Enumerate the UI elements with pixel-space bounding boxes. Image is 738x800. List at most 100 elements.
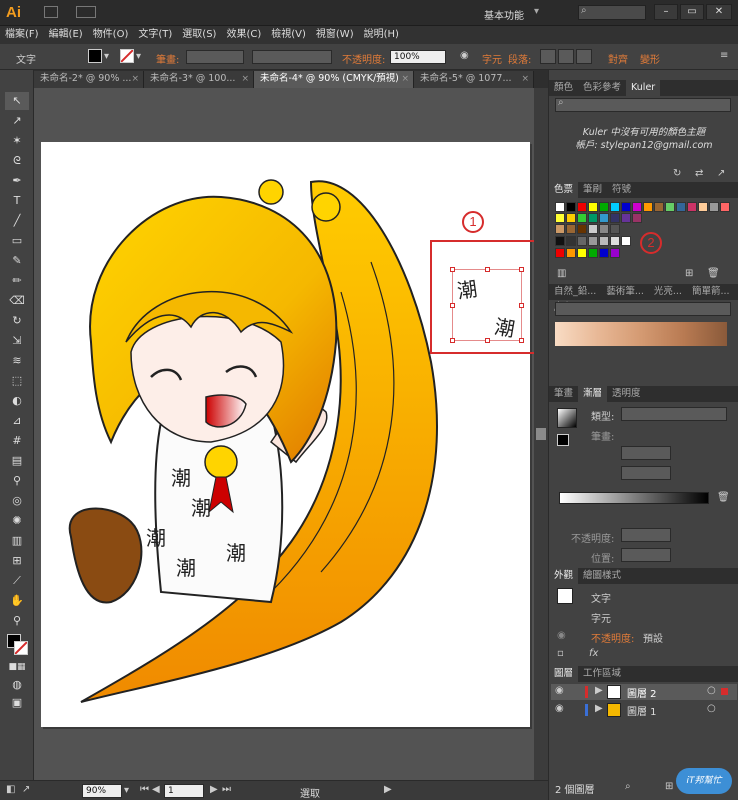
tab-graphic-styles[interactable]: 繪圖樣式 [578, 568, 626, 584]
swatch[interactable] [566, 224, 576, 234]
gradient-preview-swatch[interactable] [557, 408, 577, 428]
swatch[interactable] [610, 224, 620, 234]
close-icon[interactable]: × [521, 71, 529, 87]
recolor-icon[interactable]: ◉ [460, 50, 469, 61]
tab-document-2[interactable]: 未命名-2* @ 90% ... × [34, 71, 144, 88]
swatch[interactable] [555, 213, 565, 223]
eyedropper-tool-icon[interactable]: ⚲ [5, 472, 29, 490]
eraser-tool-icon[interactable]: ⌫ [5, 292, 29, 310]
tab-brush-lib-1[interactable]: 自然_鉛... [549, 284, 601, 300]
visibility-eye-icon[interactable]: ◉ [557, 630, 566, 641]
tab-artboards[interactable]: 工作區域 [578, 666, 626, 682]
swatch[interactable] [610, 202, 620, 212]
gradient-tool-icon[interactable]: ▤ [5, 452, 29, 470]
tab-swatches[interactable]: 色票 [549, 182, 579, 198]
swatch[interactable] [720, 202, 730, 212]
swatch[interactable] [665, 202, 675, 212]
column-graph-tool-icon[interactable]: ▥ [5, 532, 29, 550]
swatch[interactable] [599, 224, 609, 234]
color-mode-icon[interactable]: ■▦ [5, 658, 29, 676]
fill-swatch-small[interactable] [557, 434, 569, 446]
artboard-tool-icon[interactable]: ⊞ [5, 552, 29, 570]
delete-icon[interactable]: 🗑 [717, 492, 730, 503]
gradient-position-field[interactable] [621, 548, 671, 562]
sync-icon[interactable]: ⇄ [695, 168, 703, 179]
tab-transparency[interactable]: 透明度 [607, 386, 646, 402]
workspace-switcher[interactable]: 基本功能 [484, 7, 524, 22]
swatch[interactable] [555, 202, 565, 212]
swatch[interactable] [610, 236, 620, 246]
close-icon[interactable]: × [131, 71, 139, 87]
align-right-button[interactable] [576, 49, 592, 64]
swatch[interactable] [577, 202, 587, 212]
new-swatch-icon[interactable]: ⊞ [685, 268, 693, 279]
bounding-handle[interactable] [450, 303, 455, 308]
layer-name[interactable]: 圖層 1 [627, 703, 657, 718]
export-icon[interactable]: ↗ [22, 784, 30, 795]
chevron-down-icon[interactable]: ▾ [124, 785, 129, 796]
bounding-handle[interactable] [450, 338, 455, 343]
tab-document-4[interactable]: 未命名-4* @ 90% (CMYK/預視) × [254, 71, 414, 88]
appearance-opacity-label[interactable]: 不透明度: [591, 630, 634, 645]
gradient-opacity-field[interactable] [621, 528, 671, 542]
selected-text-object[interactable]: 潮 潮 [450, 267, 524, 343]
menu-view[interactable]: 檢視(V) [266, 26, 311, 44]
target-icon[interactable]: ○ [707, 703, 716, 714]
magic-wand-tool-icon[interactable]: ✶ [5, 132, 29, 150]
layer-row[interactable]: ◉ ▶ 圖層 2 ○ [551, 684, 737, 700]
mesh-tool-icon[interactable]: # [5, 432, 29, 450]
selection-tool-icon[interactable]: ↖ [5, 92, 29, 110]
swatch[interactable] [588, 213, 598, 223]
layer-name[interactable]: 圖層 2 [627, 685, 657, 700]
swatch[interactable] [632, 213, 642, 223]
perspective-grid-tool-icon[interactable]: ⊿ [5, 412, 29, 430]
scrollbar-thumb[interactable] [536, 428, 546, 440]
swatch[interactable] [555, 224, 565, 234]
swatch[interactable] [643, 202, 653, 212]
pen-tool-icon[interactable]: ✒ [5, 172, 29, 190]
tab-color[interactable]: 顏色 [549, 80, 578, 96]
swatch[interactable] [577, 248, 587, 258]
direct-selection-tool-icon[interactable]: ↗ [5, 112, 29, 130]
menu-effect[interactable]: 效果(C) [221, 26, 266, 44]
opacity-field[interactable]: 100% [390, 50, 446, 64]
swatch[interactable] [566, 202, 576, 212]
swatch[interactable] [599, 236, 609, 246]
swatch[interactable] [654, 202, 664, 212]
menu-file[interactable]: 檔案(F) [0, 26, 44, 44]
swatch[interactable] [577, 224, 587, 234]
gradient-aspect-field[interactable] [621, 466, 671, 480]
tab-layers[interactable]: 圖層 [549, 666, 579, 682]
brush-search-input[interactable] [555, 302, 731, 316]
chevron-down-icon[interactable]: ▾ [136, 51, 141, 62]
swatch-library-icon[interactable]: ▥ [557, 268, 566, 279]
help-search-input[interactable] [578, 5, 646, 20]
chevron-down-icon[interactable]: ▾ [104, 51, 109, 62]
maximize-button[interactable]: ▭ [680, 4, 704, 20]
skin-tone-swatches[interactable] [555, 322, 727, 346]
close-icon[interactable]: × [401, 71, 409, 87]
swatch[interactable] [588, 224, 598, 234]
swatch[interactable] [709, 202, 719, 212]
stroke-color-swatch[interactable] [120, 49, 134, 63]
bounding-handle[interactable] [485, 338, 490, 343]
kuler-link-icon[interactable]: ↗ [717, 168, 725, 179]
swatch[interactable] [555, 236, 565, 246]
menu-type[interactable]: 文字(T) [133, 26, 177, 44]
swatch[interactable] [698, 202, 708, 212]
stroke-weight-field[interactable] [186, 50, 244, 64]
tab-symbols[interactable]: 符號 [607, 182, 636, 198]
swatch[interactable] [566, 213, 576, 223]
rectangle-tool-icon[interactable]: ▭ [5, 232, 29, 250]
visibility-eye-icon[interactable]: ◉ [555, 685, 564, 696]
line-tool-icon[interactable]: ╱ [5, 212, 29, 230]
symbol-sprayer-tool-icon[interactable]: ✺ [5, 512, 29, 530]
artboard[interactable]: 潮 潮 潮 潮 潮 [41, 142, 530, 727]
zoom-tool-icon[interactable]: ⚲ [5, 612, 29, 630]
bounding-handle[interactable] [485, 267, 490, 272]
hand-tool-icon[interactable]: ✋ [5, 592, 29, 610]
arrange-documents-button[interactable] [76, 6, 96, 18]
kuler-search-input[interactable] [555, 98, 731, 112]
type-tool-icon[interactable]: T [5, 192, 29, 210]
last-artboard-icon[interactable]: ⏭ [222, 784, 231, 795]
